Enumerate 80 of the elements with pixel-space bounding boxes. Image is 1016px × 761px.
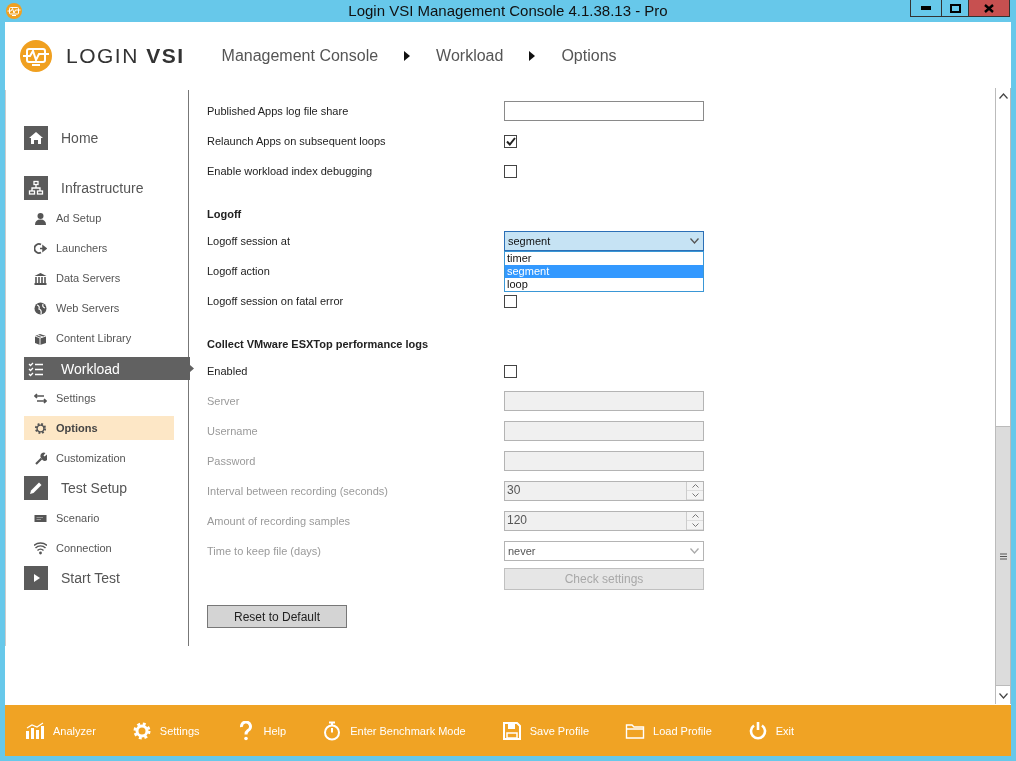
bar-chart-icon (25, 720, 45, 741)
sidebar-item[interactable]: Ad Setup (24, 203, 174, 233)
sidebar-item[interactable]: Launchers (24, 233, 174, 263)
network-icon (24, 176, 48, 200)
field-label: Interval between recording (seconds) (207, 485, 389, 497)
checkbox[interactable] (504, 364, 517, 378)
stopwatch-icon (322, 720, 343, 741)
box-icon (34, 331, 47, 345)
globe-icon (34, 301, 47, 315)
field-label: Enable workload index debugging (207, 165, 374, 177)
separator-arrow-icon (529, 51, 536, 61)
bank-icon (34, 271, 47, 285)
chevron-down-icon (690, 548, 699, 554)
scrollbar-thumb[interactable] (996, 426, 1010, 686)
sidebar-item[interactable]: Options (24, 416, 174, 440)
breadcrumb-item[interactable]: Management Console (221, 47, 379, 65)
checkbox[interactable] (504, 134, 517, 148)
separator-arrow-icon (404, 51, 411, 61)
dropdown[interactable]: segment (504, 231, 704, 251)
wifi-icon (34, 541, 47, 555)
field-label: Server (207, 395, 241, 407)
home-icon (24, 126, 48, 150)
pencil-icon (24, 476, 48, 500)
sidebar-item[interactable]: Start Test (24, 563, 190, 593)
field-label: Password (207, 455, 257, 467)
play-icon (24, 566, 48, 590)
checkbox[interactable] (504, 294, 517, 308)
grip-icon (999, 552, 1007, 560)
sidebar-item[interactable]: Home (24, 123, 190, 153)
field-label: Amount of recording samples (207, 515, 352, 527)
close-icon (984, 3, 994, 13)
chevron-up-icon (998, 93, 1008, 99)
app-logo-icon (6, 3, 22, 19)
field-label: Logoff session at (207, 235, 291, 247)
dropdown-option[interactable]: timer (505, 252, 703, 265)
minimize-button[interactable] (910, 0, 942, 17)
gear-icon (34, 421, 47, 435)
sidebar-item[interactable]: Content Library (24, 323, 174, 353)
field-label: Logoff action (207, 265, 271, 277)
breadcrumb-item[interactable]: Workload (436, 47, 504, 65)
field-label: Relaunch Apps on subsequent loops (207, 135, 387, 147)
field-label: Published Apps log file share (207, 105, 350, 117)
dropdown-option[interactable]: loop (505, 278, 703, 291)
chevron-down-icon (691, 493, 699, 497)
gear-icon (131, 720, 152, 741)
section-heading: Collect VMware ESXTop performance logs (207, 337, 430, 352)
sidebar-item[interactable]: Workload (24, 357, 194, 380)
section-heading: Logoff (207, 207, 243, 222)
power-icon (747, 720, 768, 741)
sidebar-item[interactable]: Customization (24, 443, 174, 473)
breadcrumb-item[interactable]: Options (561, 47, 617, 65)
logo-icon (20, 40, 52, 72)
text-field[interactable] (504, 101, 704, 121)
exit-arrow-icon (34, 241, 47, 255)
field-label: Time to keep file (days) (207, 545, 322, 557)
field-label: Username (207, 425, 259, 437)
window-title: Login VSI Management Console 4.1.38.13 - Pro (348, 1, 668, 19)
chevron-down-icon (998, 693, 1008, 699)
sidebar-item[interactable]: Web Servers (24, 293, 174, 323)
checkbox[interactable] (504, 164, 517, 178)
close-button[interactable] (968, 0, 1010, 17)
reset-button[interactable]: Reset to Default (207, 605, 347, 628)
wrench-icon (34, 451, 47, 465)
swap-arrows-icon (34, 391, 47, 405)
maximize-icon (949, 3, 961, 13)
sidebar-item[interactable]: Scenario (24, 503, 174, 533)
chevron-up-icon (691, 514, 699, 518)
sidebar-item[interactable]: Settings (24, 383, 174, 413)
minimize-icon (921, 6, 931, 10)
chevron-down-icon (691, 523, 699, 527)
field-label: Logoff session on fatal error (207, 295, 345, 307)
person-icon (34, 211, 47, 225)
sidebar-item[interactable]: Connection (24, 533, 174, 563)
field-label: Enabled (207, 365, 249, 377)
chevron-down-icon (690, 238, 699, 244)
sidebar-item[interactable]: Test Setup (24, 473, 190, 503)
chevron-up-icon (691, 484, 699, 488)
sidebar-item[interactable]: Data Servers (24, 263, 174, 293)
logo-text: LOGIN VSI (66, 44, 185, 68)
sidebar-item[interactable]: Infrastructure (24, 173, 190, 203)
